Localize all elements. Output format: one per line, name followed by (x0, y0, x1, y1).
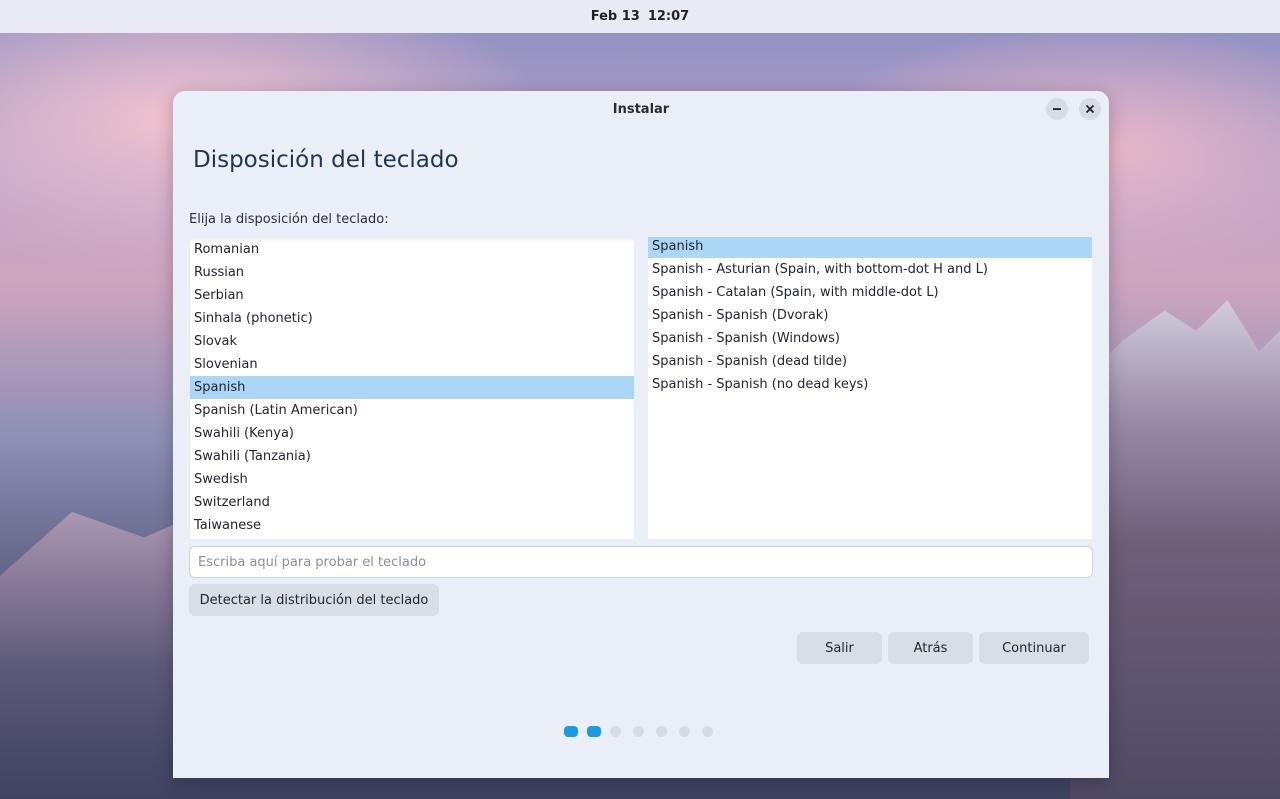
list-item[interactable]: Spanish (190, 376, 634, 399)
clock-date[interactable]: Feb 13 (591, 9, 640, 24)
top-bar: Feb 13 12:07 (0, 0, 1280, 33)
list-item[interactable]: Swahili (Tanzania) (190, 445, 634, 468)
step-dot (702, 725, 713, 737)
list-item[interactable]: Spanish - Asturian (Spain, with bottom-d… (648, 258, 1092, 281)
step-dot (610, 725, 621, 737)
page-title: Disposición del teclado (193, 147, 459, 173)
list-item[interactable]: Swahili (Kenya) (190, 422, 634, 445)
list-item[interactable]: Spanish (Latin American) (190, 399, 634, 422)
step-dot (633, 725, 644, 737)
layout-prompt-label: Elija la disposición del teclado: (189, 212, 389, 227)
list-item[interactable]: Slovenian (190, 353, 634, 376)
keyboard-layout-list[interactable]: Romanian Russian Serbian Sinhala (phonetic)… (190, 237, 634, 539)
list-item[interactable]: Spanish - Catalan (Spain, with middle-do… (648, 281, 1092, 304)
step-indicator (564, 725, 725, 737)
detect-layout-button[interactable]: Detectar la distribución del teclado (189, 584, 439, 616)
list-item[interactable]: Spanish (648, 237, 1092, 258)
window-titlebar[interactable]: Instalar (173, 91, 1109, 127)
step-dot (679, 725, 690, 737)
list-item[interactable]: Russian (190, 261, 634, 284)
list-item[interactable]: Romanian (190, 238, 634, 261)
close-button[interactable] (1079, 98, 1101, 120)
step-dot (656, 725, 667, 737)
list-item[interactable]: Sinhala (phonetic) (190, 307, 634, 330)
step-dot (564, 725, 578, 737)
continue-button[interactable]: Continuar (979, 632, 1089, 664)
list-item[interactable]: Spanish - Spanish (dead tilde) (648, 350, 1092, 373)
list-item[interactable]: Spanish - Spanish (no dead keys) (648, 373, 1092, 396)
list-item[interactable]: Slovak (190, 330, 634, 353)
list-item[interactable]: Taiwanese (190, 514, 634, 537)
list-item[interactable]: Serbian (190, 284, 634, 307)
list-item[interactable]: Swedish (190, 468, 634, 491)
list-item[interactable]: Spanish - Spanish (Dvorak) (648, 304, 1092, 327)
keyboard-test-input[interactable] (189, 546, 1093, 578)
quit-button[interactable]: Salir (797, 632, 882, 664)
minimize-button[interactable] (1046, 98, 1068, 120)
minimize-icon (1053, 108, 1061, 110)
list-item[interactable]: Spanish - Spanish (Windows) (648, 327, 1092, 350)
window-title: Instalar (612, 101, 670, 117)
step-dot (587, 725, 601, 737)
close-icon (1085, 104, 1095, 114)
list-item[interactable]: Switzerland (190, 491, 634, 514)
clock-time[interactable]: 12:07 (648, 9, 689, 24)
keyboard-variant-list[interactable]: Spanish Spanish - Asturian (Spain, with b… (648, 237, 1092, 539)
installer-window: Instalar Disposición del teclado Elija l… (173, 91, 1109, 778)
back-button[interactable]: Atrás (888, 632, 973, 664)
